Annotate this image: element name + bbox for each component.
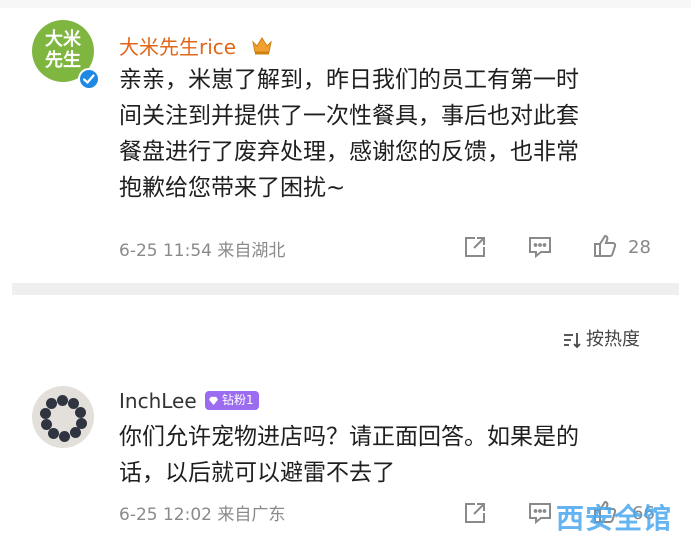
diamond-icon	[209, 396, 218, 405]
top-separator	[0, 0, 691, 8]
share-icon[interactable]	[462, 234, 488, 260]
comment-text-line: 间关注到并提供了一次性餐具，事后也对此套	[119, 103, 579, 129]
fan-badge: 钻粉1	[205, 391, 259, 410]
verified-icon	[78, 68, 100, 90]
comment-text-line: 餐盘进行了废弃处理，感谢您的反馈，也非常	[119, 139, 579, 165]
comment-icon[interactable]	[527, 500, 553, 526]
username[interactable]: 大米先生rice	[119, 34, 236, 60]
avatar-logo-text: 大米先生	[45, 29, 81, 71]
crown-icon	[251, 34, 273, 56]
watermark: 西安全馆	[556, 502, 673, 535]
fan-badge-label: 钻粉1	[222, 393, 254, 407]
comment-text-line: 话，以后就可以避雷不去了	[119, 460, 395, 486]
comment-meta: 6-25 12:02 来自广东	[119, 505, 286, 525]
comment-text-line: 亲亲，米崽了解到，昨日我们的员工有第一时	[119, 67, 579, 93]
sort-icon	[562, 330, 582, 350]
like-icon[interactable]	[592, 233, 618, 259]
comment-icon[interactable]	[527, 234, 553, 260]
like-count: 28	[628, 237, 651, 258]
comment-text-line: 你们允许宠物进店吗？请正面回答。如果是的	[119, 424, 579, 450]
share-icon[interactable]	[462, 500, 488, 526]
comment-meta: 6-25 11:54 来自湖北	[119, 241, 286, 261]
comment-text-line: 抱歉给您带来了困扰~	[119, 175, 346, 201]
section-divider	[12, 283, 679, 295]
sort-label: 按热度	[586, 329, 640, 350]
avatar[interactable]	[32, 386, 94, 448]
username[interactable]: InchLee	[119, 388, 197, 414]
